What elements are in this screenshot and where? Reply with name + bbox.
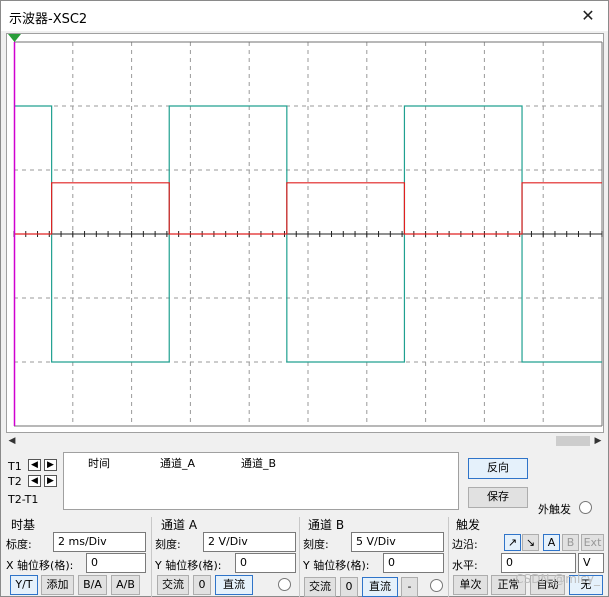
channel-b-ypos-label: Y 轴位移(格): [303,559,370,572]
channel-a-ac-button[interactable]: 交流 [157,575,189,595]
mode-ba-button[interactable]: B/A [78,575,107,595]
t2-label: T2 [8,475,22,488]
trigger-source-b-button[interactable]: B [562,534,579,551]
t2-right-arrow-icon[interactable]: ▶ [44,475,57,487]
close-icon[interactable]: ✕ [568,1,608,31]
channel-b-scale-label: 刻度: [303,538,329,551]
waveform-display [8,34,603,427]
channel-a-scale-field[interactable]: 2 V/Div [203,532,296,552]
trigger-level-label: 水平: [452,559,478,572]
scroll-thumb[interactable] [556,436,590,446]
channel-b-scale-field[interactable]: 5 V/Div [351,532,444,552]
window-title: 示波器-XSC2 [9,12,88,27]
cursor-readout-table: 时间 通道_A 通道_B [63,452,459,510]
timebase-scale-label: 标度: [6,538,32,551]
t1-label: T1 [8,460,22,473]
header-time: 时间 [88,457,110,470]
timebase-scale-field[interactable]: 2 ms/Div [53,532,146,552]
horizontal-scrollbar[interactable]: ◀ ▶ [6,435,604,447]
oscilloscope-screen[interactable] [6,33,604,433]
trigger-single-button[interactable]: 单次 [453,575,488,595]
divider [151,517,152,597]
mode-yt-button[interactable]: Y/T [10,575,38,595]
channel-b-ac-button[interactable]: 交流 [304,577,336,597]
header-channel-b: 通道_B [241,457,277,470]
t2-t1-label: T2-T1 [8,493,39,506]
channel-a-zero-button[interactable]: 0 [193,575,211,595]
save-button[interactable]: 保存 [468,487,528,508]
scroll-left-icon[interactable]: ◀ [6,435,18,447]
t1-right-arrow-icon[interactable]: ▶ [44,459,57,471]
mode-add-button[interactable]: 添加 [41,575,74,595]
channel-b-dc-button[interactable]: 直流 [362,577,398,597]
channel-b-minus-button[interactable]: - [401,577,418,597]
divider [299,517,300,597]
channel-a-scale-label: 刻度: [155,538,181,551]
trigger-level-unit[interactable]: V [578,553,604,573]
trigger-edge-label: 边沿: [452,538,478,551]
x-position-field[interactable]: 0 [86,553,146,573]
channel-a-ypos-label: Y 轴位移(格): [155,559,222,572]
watermark: CSDN @mlcy_ [515,572,600,586]
reverse-button[interactable]: 反向 [468,458,528,479]
trigger-source-ext-button[interactable]: Ext [581,534,604,551]
falling-edge-icon[interactable]: ↘ [522,534,539,551]
channel-a-radio[interactable] [278,578,291,591]
channel-a-dc-button[interactable]: 直流 [215,575,253,595]
t2-left-arrow-icon[interactable]: ◀ [28,475,41,487]
timebase-title: 时基 [11,518,36,532]
x-position-label: X 轴位移(格): [6,559,74,572]
trigger-title: 触发 [456,518,481,532]
t1-left-arrow-icon[interactable]: ◀ [28,459,41,471]
scroll-right-icon[interactable]: ▶ [592,435,604,447]
rising-edge-icon[interactable]: ↗ [504,534,521,551]
ext-trigger-radio[interactable] [579,501,592,514]
title-bar: 示波器-XSC2 ✕ [1,1,608,31]
trigger-level-field[interactable]: 0 [501,553,576,573]
channel-a-title: 通道 A [161,518,198,532]
channel-b-radio[interactable] [430,579,443,592]
divider [448,517,449,597]
mode-ab-button[interactable]: A/B [111,575,140,595]
channel-b-zero-button[interactable]: 0 [340,577,358,597]
trigger-source-a-button[interactable]: A [543,534,560,551]
header-channel-a: 通道_A [160,457,196,470]
cursor-t1-marker-icon [8,34,21,42]
oscilloscope-window: 示波器-XSC2 ✕ ◀ ▶ T1 ◀ ▶ T2 ◀ ▶ T2-T1 时间 通道… [0,0,609,597]
channel-b-title: 通道 B [308,518,345,532]
ext-trigger-label: 外触发 [538,503,571,516]
channel-b-ypos-field[interactable]: 0 [383,553,444,573]
channel-a-ypos-field[interactable]: 0 [235,553,296,573]
